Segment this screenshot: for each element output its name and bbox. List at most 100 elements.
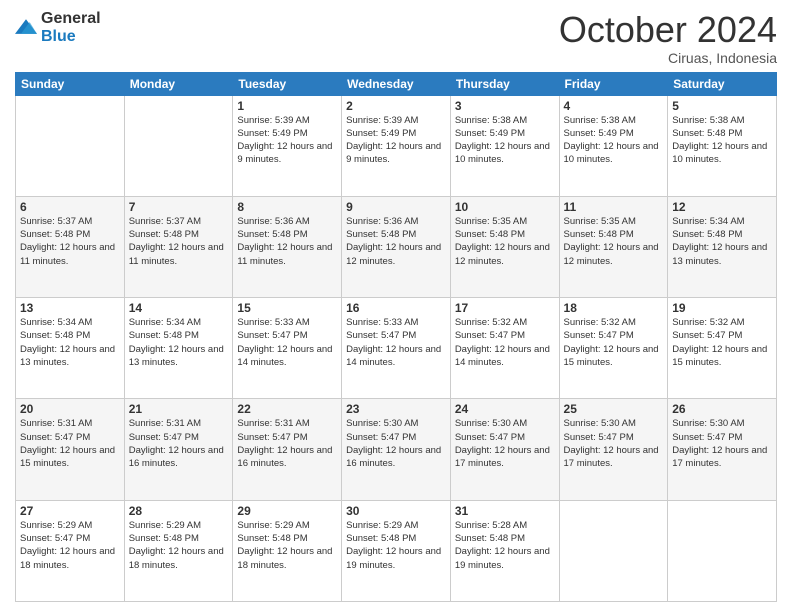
daylight-text: Daylight: 12 hours and 17 minutes. — [564, 445, 659, 469]
daylight-text: Daylight: 12 hours and 10 minutes. — [564, 141, 659, 165]
calendar: Sunday Monday Tuesday Wednesday Thursday… — [15, 72, 777, 602]
logo-icon — [15, 19, 37, 37]
table-row: 4 Sunrise: 5:38 AM Sunset: 5:49 PM Dayli… — [559, 95, 668, 196]
sunrise-text: Sunrise: 5:32 AM — [455, 317, 527, 328]
day-number: 18 — [564, 301, 664, 315]
calendar-week-row: 27 Sunrise: 5:29 AM Sunset: 5:47 PM Dayl… — [16, 500, 777, 601]
sunrise-text: Sunrise: 5:37 AM — [129, 216, 201, 227]
day-number: 8 — [237, 200, 337, 214]
daylight-text: Daylight: 12 hours and 18 minutes. — [20, 546, 115, 570]
logo-general: General — [41, 10, 101, 27]
day-number: 31 — [455, 504, 555, 518]
sunset-text: Sunset: 5:47 PM — [672, 432, 742, 443]
daylight-text: Daylight: 12 hours and 16 minutes. — [129, 445, 224, 469]
logo: General Blue — [15, 10, 101, 46]
col-tuesday: Tuesday — [233, 72, 342, 95]
daylight-text: Daylight: 12 hours and 12 minutes. — [346, 242, 441, 266]
daylight-text: Daylight: 12 hours and 15 minutes. — [564, 344, 659, 368]
day-number: 30 — [346, 504, 446, 518]
day-info: Sunrise: 5:31 AM Sunset: 5:47 PM Dayligh… — [237, 417, 337, 470]
day-info: Sunrise: 5:37 AM Sunset: 5:48 PM Dayligh… — [129, 215, 229, 268]
daylight-text: Daylight: 12 hours and 19 minutes. — [346, 546, 441, 570]
daylight-text: Daylight: 12 hours and 16 minutes. — [346, 445, 441, 469]
sunset-text: Sunset: 5:48 PM — [455, 229, 525, 240]
day-number: 29 — [237, 504, 337, 518]
day-info: Sunrise: 5:31 AM Sunset: 5:47 PM Dayligh… — [20, 417, 120, 470]
calendar-week-row: 20 Sunrise: 5:31 AM Sunset: 5:47 PM Dayl… — [16, 399, 777, 500]
sunrise-text: Sunrise: 5:30 AM — [346, 418, 418, 429]
sunset-text: Sunset: 5:47 PM — [564, 330, 634, 341]
table-row: 14 Sunrise: 5:34 AM Sunset: 5:48 PM Dayl… — [124, 298, 233, 399]
sunset-text: Sunset: 5:47 PM — [237, 432, 307, 443]
day-info: Sunrise: 5:32 AM Sunset: 5:47 PM Dayligh… — [564, 316, 664, 369]
calendar-header-row: Sunday Monday Tuesday Wednesday Thursday… — [16, 72, 777, 95]
day-number: 23 — [346, 402, 446, 416]
sunrise-text: Sunrise: 5:38 AM — [455, 115, 527, 126]
table-row: 23 Sunrise: 5:30 AM Sunset: 5:47 PM Dayl… — [342, 399, 451, 500]
sunset-text: Sunset: 5:49 PM — [564, 128, 634, 139]
day-info: Sunrise: 5:29 AM Sunset: 5:48 PM Dayligh… — [129, 519, 229, 572]
table-row: 18 Sunrise: 5:32 AM Sunset: 5:47 PM Dayl… — [559, 298, 668, 399]
daylight-text: Daylight: 12 hours and 14 minutes. — [237, 344, 332, 368]
table-row: 5 Sunrise: 5:38 AM Sunset: 5:48 PM Dayli… — [668, 95, 777, 196]
sunset-text: Sunset: 5:47 PM — [564, 432, 634, 443]
table-row — [559, 500, 668, 601]
daylight-text: Daylight: 12 hours and 9 minutes. — [237, 141, 332, 165]
sunset-text: Sunset: 5:48 PM — [672, 128, 742, 139]
sunrise-text: Sunrise: 5:33 AM — [346, 317, 418, 328]
day-number: 5 — [672, 99, 772, 113]
sunrise-text: Sunrise: 5:34 AM — [672, 216, 744, 227]
sunset-text: Sunset: 5:48 PM — [20, 330, 90, 341]
daylight-text: Daylight: 12 hours and 11 minutes. — [237, 242, 332, 266]
sunrise-text: Sunrise: 5:30 AM — [564, 418, 636, 429]
header: General Blue October 2024 Ciruas, Indone… — [15, 10, 777, 66]
sunset-text: Sunset: 5:47 PM — [20, 533, 90, 544]
day-info: Sunrise: 5:32 AM Sunset: 5:47 PM Dayligh… — [672, 316, 772, 369]
sunrise-text: Sunrise: 5:33 AM — [237, 317, 309, 328]
table-row: 15 Sunrise: 5:33 AM Sunset: 5:47 PM Dayl… — [233, 298, 342, 399]
day-number: 12 — [672, 200, 772, 214]
col-wednesday: Wednesday — [342, 72, 451, 95]
sunset-text: Sunset: 5:49 PM — [237, 128, 307, 139]
day-number: 27 — [20, 504, 120, 518]
day-number: 4 — [564, 99, 664, 113]
sunrise-text: Sunrise: 5:38 AM — [672, 115, 744, 126]
sunset-text: Sunset: 5:47 PM — [455, 432, 525, 443]
table-row: 31 Sunrise: 5:28 AM Sunset: 5:48 PM Dayl… — [450, 500, 559, 601]
day-number: 19 — [672, 301, 772, 315]
table-row: 2 Sunrise: 5:39 AM Sunset: 5:49 PM Dayli… — [342, 95, 451, 196]
day-number: 6 — [20, 200, 120, 214]
sunset-text: Sunset: 5:49 PM — [455, 128, 525, 139]
daylight-text: Daylight: 12 hours and 15 minutes. — [672, 344, 767, 368]
daylight-text: Daylight: 12 hours and 12 minutes. — [564, 242, 659, 266]
daylight-text: Daylight: 12 hours and 18 minutes. — [129, 546, 224, 570]
table-row: 25 Sunrise: 5:30 AM Sunset: 5:47 PM Dayl… — [559, 399, 668, 500]
page: General Blue October 2024 Ciruas, Indone… — [0, 0, 792, 612]
day-info: Sunrise: 5:30 AM Sunset: 5:47 PM Dayligh… — [672, 417, 772, 470]
day-number: 7 — [129, 200, 229, 214]
table-row: 6 Sunrise: 5:37 AM Sunset: 5:48 PM Dayli… — [16, 196, 125, 297]
daylight-text: Daylight: 12 hours and 14 minutes. — [455, 344, 550, 368]
daylight-text: Daylight: 12 hours and 18 minutes. — [237, 546, 332, 570]
day-info: Sunrise: 5:34 AM Sunset: 5:48 PM Dayligh… — [20, 316, 120, 369]
table-row: 11 Sunrise: 5:35 AM Sunset: 5:48 PM Dayl… — [559, 196, 668, 297]
day-info: Sunrise: 5:31 AM Sunset: 5:47 PM Dayligh… — [129, 417, 229, 470]
day-number: 13 — [20, 301, 120, 315]
sunrise-text: Sunrise: 5:29 AM — [129, 520, 201, 531]
sunset-text: Sunset: 5:48 PM — [346, 229, 416, 240]
sunrise-text: Sunrise: 5:29 AM — [237, 520, 309, 531]
daylight-text: Daylight: 12 hours and 16 minutes. — [237, 445, 332, 469]
sunset-text: Sunset: 5:48 PM — [237, 533, 307, 544]
sunrise-text: Sunrise: 5:39 AM — [237, 115, 309, 126]
day-info: Sunrise: 5:30 AM Sunset: 5:47 PM Dayligh… — [455, 417, 555, 470]
calendar-week-row: 13 Sunrise: 5:34 AM Sunset: 5:48 PM Dayl… — [16, 298, 777, 399]
daylight-text: Daylight: 12 hours and 11 minutes. — [20, 242, 115, 266]
sunset-text: Sunset: 5:48 PM — [129, 533, 199, 544]
day-info: Sunrise: 5:35 AM Sunset: 5:48 PM Dayligh… — [564, 215, 664, 268]
day-info: Sunrise: 5:35 AM Sunset: 5:48 PM Dayligh… — [455, 215, 555, 268]
table-row: 1 Sunrise: 5:39 AM Sunset: 5:49 PM Dayli… — [233, 95, 342, 196]
daylight-text: Daylight: 12 hours and 17 minutes. — [455, 445, 550, 469]
sunrise-text: Sunrise: 5:36 AM — [237, 216, 309, 227]
sunset-text: Sunset: 5:48 PM — [20, 229, 90, 240]
sunrise-text: Sunrise: 5:34 AM — [129, 317, 201, 328]
